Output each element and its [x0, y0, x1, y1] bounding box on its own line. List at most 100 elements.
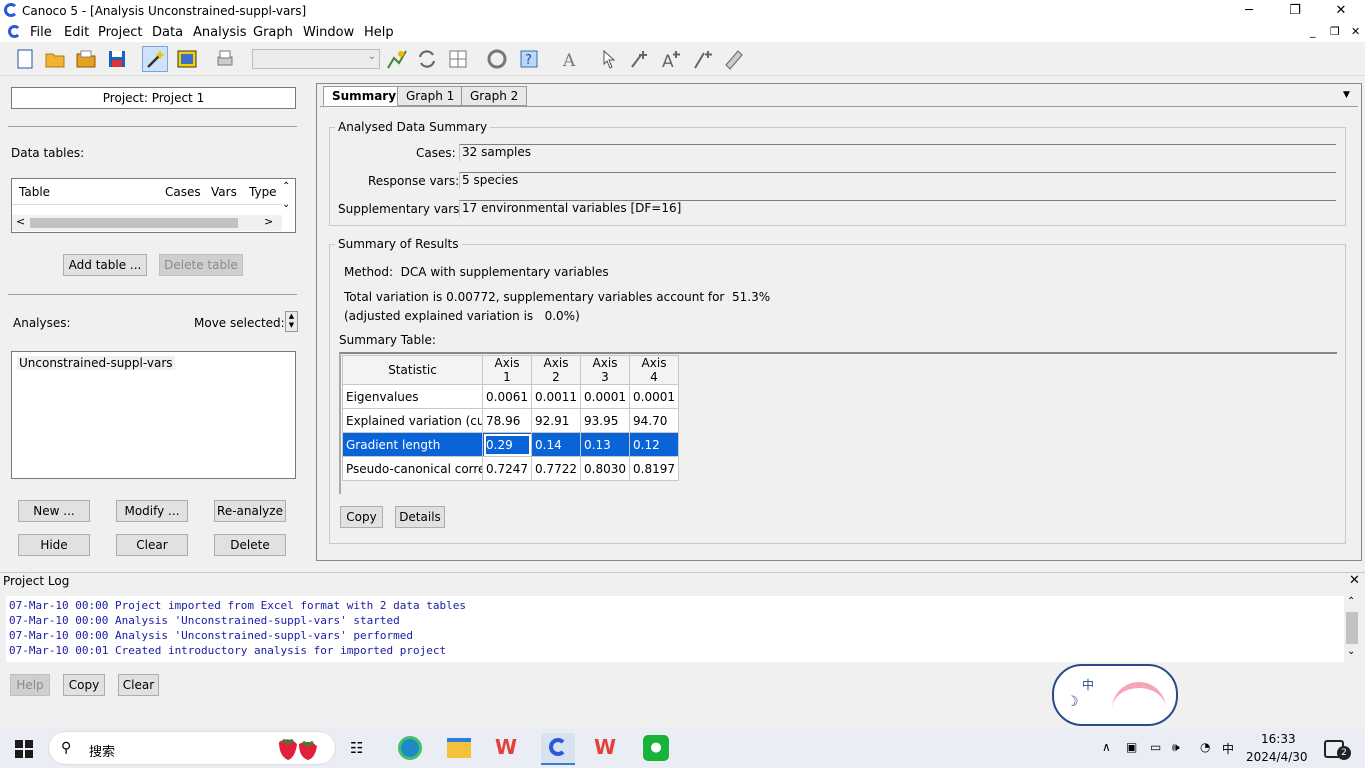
open-project-icon[interactable] — [73, 46, 99, 72]
row-label-cell[interactable]: Eigenvalues — [342, 384, 483, 409]
add-table-button[interactable]: Add table ... — [63, 254, 147, 276]
move-spinner[interactable]: ▲ ▼ — [285, 311, 298, 332]
scroll-up-icon[interactable]: ⌃ — [282, 181, 290, 192]
header-axis-4[interactable]: Axis 4 — [629, 355, 679, 385]
battery-icon[interactable]: ▭ — [1150, 740, 1161, 754]
analysis-item[interactable]: Unconstrained-suppl-vars — [17, 356, 175, 370]
scrollbar-thumb[interactable] — [30, 218, 238, 228]
hide-button[interactable]: Hide — [18, 534, 90, 556]
close-button[interactable]: ✕ — [1318, 0, 1364, 22]
graph-options-icon[interactable] — [384, 46, 410, 72]
menu-analysis[interactable]: Analysis — [193, 25, 247, 40]
column-header-cases[interactable]: Cases — [165, 185, 201, 199]
context-help-icon[interactable]: ? — [516, 46, 542, 72]
wps-writer-icon[interactable]: W — [594, 735, 616, 759]
ruler-icon[interactable] — [721, 46, 747, 72]
table-cell[interactable]: 0.0061 — [482, 384, 532, 409]
table-cell[interactable]: 0.0011 — [531, 384, 581, 409]
help-button[interactable]: Help — [10, 674, 50, 696]
table-cell[interactable]: 0.14 — [531, 432, 581, 457]
table-cell[interactable]: 0.0001 — [629, 384, 679, 409]
table-cell[interactable]: 0.12 — [629, 432, 679, 457]
log-scrollbar[interactable]: ⌃ ⌄ — [1344, 596, 1360, 662]
table-cell[interactable]: 0.7722 — [531, 456, 581, 481]
row-label-cell[interactable]: Explained variation (cumu — [342, 408, 483, 433]
wizard-icon[interactable] — [142, 46, 168, 72]
table-cell[interactable]: 0.7247 — [482, 456, 532, 481]
header-statistic[interactable]: Statistic — [342, 355, 483, 385]
table-cell[interactable]: 0.8197 — [629, 456, 679, 481]
open-folder-icon[interactable] — [42, 46, 68, 72]
close-log-icon[interactable]: ✕ — [1349, 573, 1360, 588]
scroll-right-icon[interactable]: > — [264, 215, 273, 228]
table-row[interactable]: Eigenvalues 0.0061 0.0011 0.0001 0.0001 — [342, 384, 679, 409]
table-cell[interactable]: 0.0001 — [580, 384, 630, 409]
save-icon[interactable] — [104, 46, 130, 72]
copy-log-button[interactable]: Copy — [63, 674, 105, 696]
clear-analyses-button[interactable]: Clear — [116, 534, 188, 556]
wps-office-icon[interactable]: W — [495, 735, 517, 759]
column-header-type[interactable]: Type — [249, 185, 277, 199]
menu-project[interactable]: Project — [98, 25, 142, 40]
menu-edit[interactable]: Edit — [64, 25, 89, 40]
row-label-cell[interactable]: Gradient length — [342, 432, 483, 457]
table-cell[interactable]: 93.95 — [580, 408, 630, 433]
menu-data[interactable]: Data — [152, 25, 183, 40]
file-explorer-icon[interactable] — [447, 738, 471, 758]
tab-graph-1[interactable]: Graph 1 — [397, 86, 464, 106]
delete-table-button[interactable]: Delete table — [159, 254, 243, 276]
help-lifebuoy-icon[interactable] — [484, 46, 510, 72]
table-cell[interactable]: 92.91 — [531, 408, 581, 433]
delete-analysis-button[interactable]: Delete — [214, 534, 286, 556]
add-text-icon[interactable]: A — [658, 46, 684, 72]
mdi-restore-button[interactable]: ❐ — [1330, 25, 1340, 38]
table-row[interactable]: Pseudo-canonical correlat 0.7247 0.7722 … — [342, 456, 679, 481]
layout-icon[interactable] — [445, 46, 471, 72]
edge-browser-icon[interactable] — [398, 736, 422, 760]
maximize-button[interactable]: ❐ — [1272, 0, 1318, 22]
tab-list-dropdown-icon[interactable]: ▼ — [1343, 90, 1350, 100]
header-axis-2[interactable]: Axis 2 — [531, 355, 581, 385]
row-label-cell[interactable]: Pseudo-canonical correlat — [342, 456, 483, 481]
new-file-icon[interactable] — [12, 46, 38, 72]
graph-wizard-icon[interactable] — [174, 46, 200, 72]
toolbar-combo[interactable]: ⌄ — [252, 49, 380, 69]
table-row-selected[interactable]: Gradient length 0.29 0.14 0.13 0.12 — [342, 432, 679, 457]
print-icon[interactable] — [212, 46, 238, 72]
tab-summary[interactable]: Summary — [323, 86, 406, 106]
ime-floating-widget[interactable]: 中 ☽ — [1052, 664, 1178, 726]
minimize-button[interactable]: ─ — [1226, 0, 1272, 22]
scrollbar-thumb[interactable] — [1346, 612, 1358, 644]
scroll-down-icon[interactable]: ⌄ — [1347, 646, 1355, 657]
clear-log-button[interactable]: Clear — [118, 674, 159, 696]
horizontal-scrollbar[interactable]: < > — [12, 215, 282, 231]
column-header-table[interactable]: Table — [19, 185, 50, 199]
scroll-down-icon[interactable]: ⌄ — [282, 199, 290, 210]
add-label-icon[interactable] — [626, 46, 652, 72]
scroll-left-icon[interactable]: < — [16, 215, 25, 228]
app-menu-icon[interactable] — [8, 25, 21, 38]
header-axis-1[interactable]: Axis 1 — [482, 355, 532, 385]
clock-date[interactable]: 2024/4/30 — [1246, 750, 1308, 764]
text-style-icon[interactable]: A — [557, 46, 583, 72]
menu-help[interactable]: Help — [364, 25, 394, 40]
menu-file[interactable]: File — [30, 25, 52, 40]
column-header-vars[interactable]: Vars — [211, 185, 237, 199]
new-analysis-button[interactable]: New ... — [18, 500, 90, 522]
wechat-icon[interactable]: ● — [643, 735, 669, 761]
menu-graph[interactable]: Graph — [253, 25, 293, 40]
table-cell[interactable]: 0.13 — [580, 432, 630, 457]
details-button[interactable]: Details — [395, 506, 445, 528]
menu-window[interactable]: Window — [303, 25, 354, 40]
modify-analysis-button[interactable]: Modify ... — [116, 500, 188, 522]
scroll-up-icon[interactable]: ⌃ — [1347, 596, 1355, 607]
taskbar-search-box[interactable]: ⚲ 搜索 — [48, 731, 336, 765]
table-cell-focused[interactable]: 0.29 — [482, 432, 532, 457]
tray-app-icon[interactable]: ▣ — [1126, 740, 1137, 754]
reanalyze-button[interactable]: Re-analyze — [214, 500, 286, 522]
pointer-icon[interactable] — [596, 46, 622, 72]
canoco-taskbar-icon[interactable] — [541, 733, 575, 765]
table-row[interactable]: Explained variation (cumu 78.96 92.91 93… — [342, 408, 679, 433]
table-cell[interactable]: 94.70 — [629, 408, 679, 433]
wifi-icon[interactable]: ◔ — [1200, 740, 1210, 754]
